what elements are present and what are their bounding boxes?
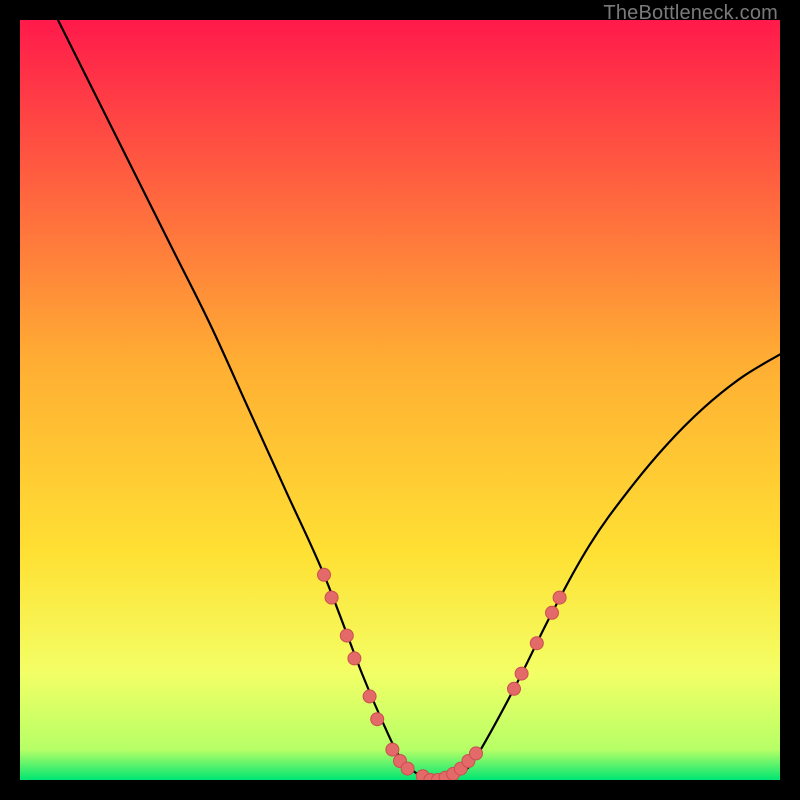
curve-marker xyxy=(386,743,399,756)
curve-marker xyxy=(340,629,353,642)
curve-marker xyxy=(371,713,384,726)
curve-marker xyxy=(553,591,566,604)
curve-marker xyxy=(508,682,521,695)
bottleneck-chart xyxy=(20,20,780,780)
curve-marker xyxy=(515,667,528,680)
curve-marker xyxy=(325,591,338,604)
curve-marker xyxy=(401,762,414,775)
curve-marker xyxy=(363,690,376,703)
curve-marker xyxy=(530,637,543,650)
curve-marker xyxy=(348,652,361,665)
curve-marker xyxy=(546,606,559,619)
curve-marker xyxy=(318,568,331,581)
chart-frame xyxy=(20,20,780,780)
gradient-background xyxy=(20,20,780,780)
curve-marker xyxy=(470,747,483,760)
